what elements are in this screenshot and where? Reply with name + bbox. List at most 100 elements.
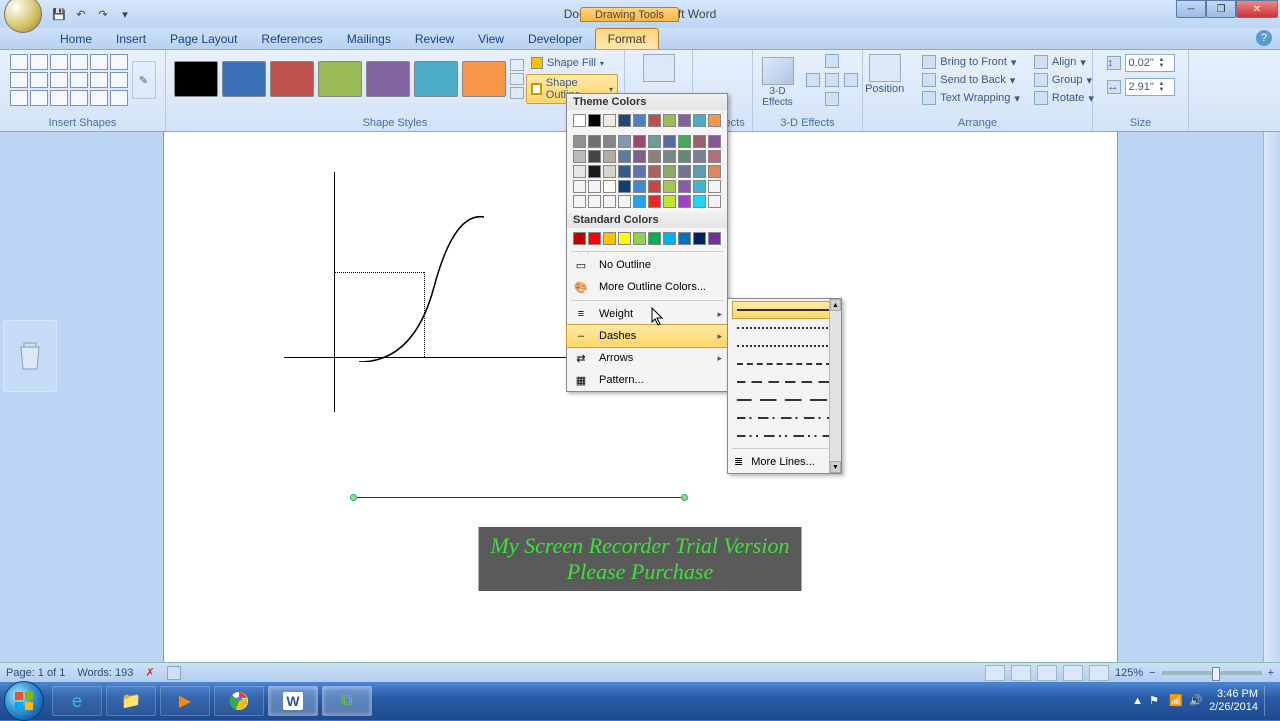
theme-shade-swatch[interactable] xyxy=(693,135,706,148)
theme-shade-swatch[interactable] xyxy=(708,135,721,148)
theme-shade-swatch[interactable] xyxy=(693,180,706,193)
theme-shade-swatch[interactable] xyxy=(663,150,676,163)
standard-color-swatch[interactable] xyxy=(573,232,586,245)
standard-color-swatch[interactable] xyxy=(603,232,616,245)
qat-save[interactable]: 💾 xyxy=(50,5,68,23)
gallery-more[interactable] xyxy=(510,87,524,99)
tray-clock[interactable]: 3:46 PM 2/26/2014 xyxy=(1209,688,1258,714)
theme-shade-swatch[interactable] xyxy=(663,135,676,148)
show-desktop-button[interactable] xyxy=(1264,686,1272,716)
rotate-button[interactable]: Rotate ▾ xyxy=(1030,90,1098,106)
view-outline[interactable] xyxy=(1063,665,1083,681)
tab-review[interactable]: Review xyxy=(403,29,466,49)
taskbar-media-player[interactable]: ▶ xyxy=(160,686,210,716)
theme-color-swatch[interactable] xyxy=(678,114,691,127)
theme-shade-swatch[interactable] xyxy=(633,150,646,163)
tray-action-center-icon[interactable]: ⚑ xyxy=(1149,694,1163,708)
theme-shade-swatch[interactable] xyxy=(588,150,601,163)
theme-shade-swatch[interactable] xyxy=(693,165,706,178)
theme-shade-swatch[interactable] xyxy=(573,195,586,208)
standard-color-swatch[interactable] xyxy=(678,232,691,245)
theme-shade-swatch[interactable] xyxy=(573,165,586,178)
tray-show-hidden-icon[interactable]: ▲ xyxy=(1132,695,1143,707)
theme-color-swatch[interactable] xyxy=(663,114,676,127)
taskbar-recorder[interactable]: ⧉ xyxy=(322,686,372,716)
tab-view[interactable]: View xyxy=(466,29,516,49)
dash-dot[interactable] xyxy=(732,409,837,427)
maximize-button[interactable]: ❐ xyxy=(1206,0,1236,18)
theme-shade-swatch[interactable] xyxy=(648,180,661,193)
theme-shade-swatch[interactable] xyxy=(588,135,601,148)
help-button[interactable]: ? xyxy=(1256,30,1272,46)
qat-undo[interactable]: ↶ xyxy=(72,5,90,23)
shapes-gallery[interactable] xyxy=(10,54,128,106)
standard-color-swatch[interactable] xyxy=(663,232,676,245)
flyout-scroll-up[interactable]: ▲ xyxy=(830,299,841,311)
3d-effects-button[interactable]: 3-D Effects xyxy=(754,57,802,108)
edit-shape-button[interactable]: ✎ xyxy=(132,61,156,99)
view-print-layout[interactable] xyxy=(985,665,1005,681)
standard-color-swatch[interactable] xyxy=(648,232,661,245)
tray-volume-icon[interactable]: 🔊 xyxy=(1189,694,1203,708)
theme-shade-swatch[interactable] xyxy=(648,195,661,208)
align-button[interactable]: Align ▾ xyxy=(1030,54,1098,70)
theme-shade-swatch[interactable] xyxy=(618,195,631,208)
shape-height-input[interactable]: 0.02"▲▼ xyxy=(1125,54,1175,72)
tab-mailings[interactable]: Mailings xyxy=(335,29,403,49)
status-page[interactable]: Page: 1 of 1 xyxy=(6,667,65,679)
pattern-item[interactable]: ▦Pattern... xyxy=(567,369,727,391)
theme-shade-swatch[interactable] xyxy=(663,165,676,178)
group-button[interactable]: Group ▾ xyxy=(1030,72,1098,88)
more-colors-item[interactable]: 🎨More Outline Colors... xyxy=(567,276,727,298)
dash-long[interactable] xyxy=(732,391,837,409)
text-wrapping-button[interactable]: Text Wrapping ▾ xyxy=(918,90,1024,106)
taskbar-ie[interactable]: e xyxy=(52,686,102,716)
theme-shade-swatch[interactable] xyxy=(708,165,721,178)
theme-shade-swatch[interactable] xyxy=(678,165,691,178)
line-handle-end[interactable] xyxy=(681,494,688,501)
tab-developer[interactable]: Developer xyxy=(516,29,595,49)
theme-shade-swatch[interactable] xyxy=(603,180,616,193)
theme-shade-swatch[interactable] xyxy=(648,135,661,148)
shape-width-input[interactable]: 2.91"▲▼ xyxy=(1125,78,1175,96)
tab-references[interactable]: References xyxy=(249,29,334,49)
theme-shade-swatch[interactable] xyxy=(573,150,586,163)
dash-short[interactable] xyxy=(732,355,837,373)
theme-shade-swatch[interactable] xyxy=(693,150,706,163)
theme-color-swatch[interactable] xyxy=(603,114,616,127)
theme-shade-swatch[interactable] xyxy=(678,135,691,148)
gallery-scroll-down[interactable] xyxy=(510,73,524,85)
theme-shade-swatch[interactable] xyxy=(648,165,661,178)
view-draft[interactable] xyxy=(1089,665,1109,681)
theme-shade-swatch[interactable] xyxy=(588,195,601,208)
start-button[interactable] xyxy=(4,681,44,721)
standard-color-swatch[interactable] xyxy=(633,232,646,245)
tilt-reset[interactable] xyxy=(825,73,839,87)
tab-page-layout[interactable]: Page Layout xyxy=(158,29,249,49)
status-macro-icon[interactable] xyxy=(167,666,181,680)
tray-network-icon[interactable]: 📶 xyxy=(1169,694,1183,708)
gallery-scroll-up[interactable] xyxy=(510,59,524,71)
theme-color-swatch[interactable] xyxy=(633,114,646,127)
dashes-item[interactable]: ┄Dashes▸ xyxy=(566,324,728,348)
theme-color-swatch[interactable] xyxy=(648,114,661,127)
dash-round-dot[interactable] xyxy=(732,319,837,337)
theme-shade-swatch[interactable] xyxy=(618,180,631,193)
theme-shade-swatch[interactable] xyxy=(603,135,616,148)
theme-shade-swatch[interactable] xyxy=(708,180,721,193)
status-words[interactable]: Words: 193 xyxy=(77,667,133,679)
tilt-up[interactable] xyxy=(825,54,839,68)
theme-shade-swatch[interactable] xyxy=(693,195,706,208)
tab-home[interactable]: Home xyxy=(48,29,104,49)
theme-shade-swatch[interactable] xyxy=(678,150,691,163)
taskbar-word[interactable]: W xyxy=(268,686,318,716)
theme-shade-swatch[interactable] xyxy=(633,195,646,208)
no-outline-item[interactable]: ▭No Outline xyxy=(567,254,727,276)
tilt-left[interactable] xyxy=(806,73,820,87)
arrows-item[interactable]: ⇄Arrows▸ xyxy=(567,347,727,369)
view-web-layout[interactable] xyxy=(1037,665,1057,681)
theme-shade-swatch[interactable] xyxy=(618,165,631,178)
theme-shade-swatch[interactable] xyxy=(573,135,586,148)
theme-shade-swatch[interactable] xyxy=(663,180,676,193)
dash-dot-dot[interactable] xyxy=(732,427,837,445)
